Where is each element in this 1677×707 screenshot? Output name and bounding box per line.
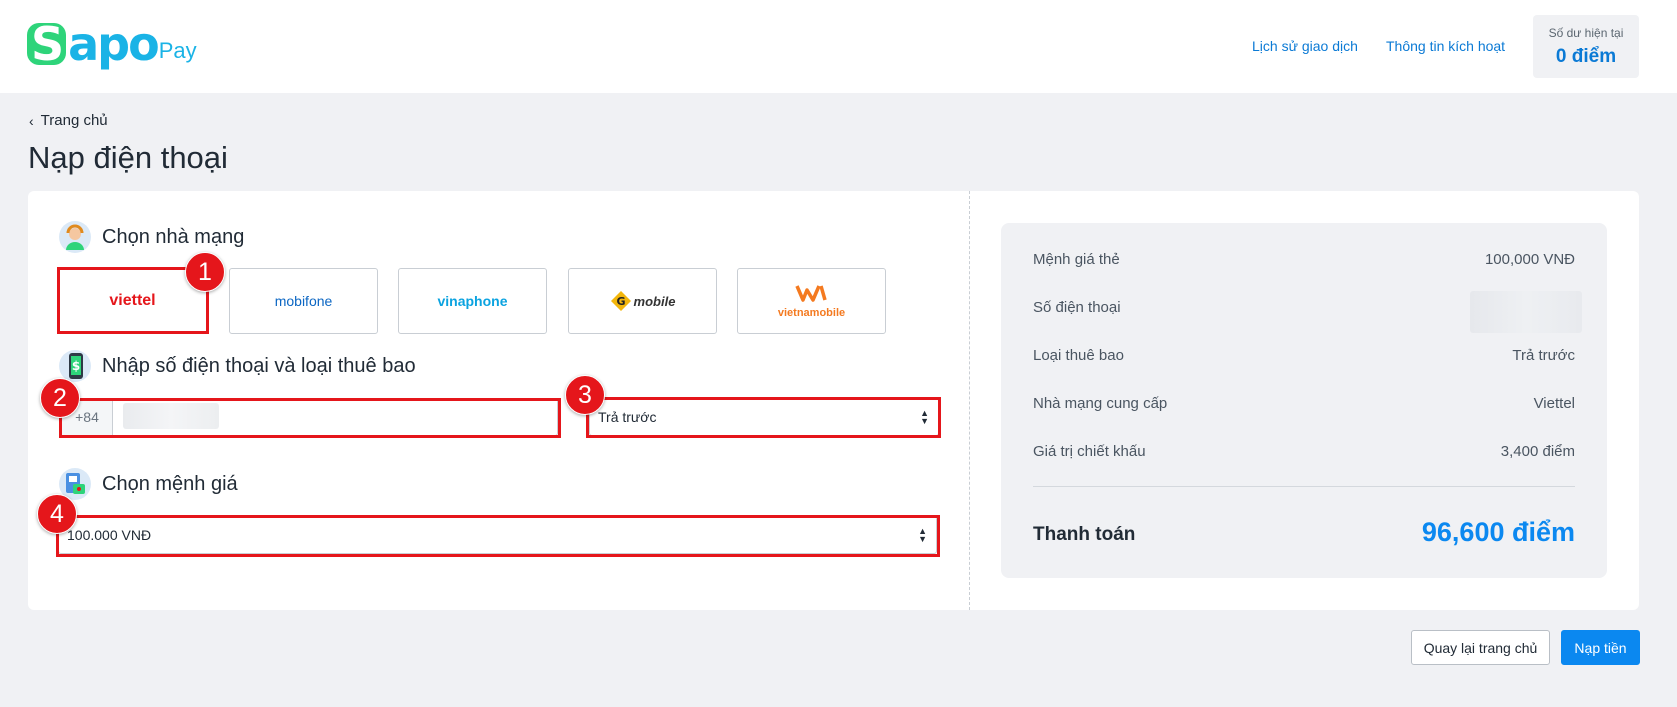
top-up-button[interactable]: Nạp tiền (1561, 630, 1640, 665)
denomination-section-label: Chọn mệnh giá (102, 472, 238, 495)
carrier-gmobile[interactable]: G mobile (568, 268, 717, 334)
annotation-badge-4: 4 (37, 494, 77, 534)
annotation-box-4 (56, 515, 940, 557)
breadcrumb-home[interactable]: ‹ Trang chủ (29, 112, 108, 129)
logo-main-text: apo (68, 17, 160, 71)
carrier-gmobile-label: mobile (633, 293, 676, 309)
summary-value: Trả trước (1512, 347, 1575, 364)
phone-section-label: Nhập số điện thoại và loại thuê bao (102, 354, 416, 377)
summary-value: Viettel (1533, 395, 1575, 412)
carrier-mobifone[interactable]: mobifone (229, 268, 378, 334)
summary-label: Nhà mạng cung cấp (1033, 395, 1168, 412)
denomination-section-title: Chọn mệnh giá (59, 468, 238, 500)
annotation-badge-2: 2 (40, 378, 80, 418)
svg-text:G: G (616, 295, 625, 308)
order-summary-panel: Mệnh giá thẻ 100,000 VNĐ Số điện thoại L… (1001, 223, 1607, 578)
carrier-section-label: Chọn nhà mạng (102, 225, 245, 248)
summary-label: Mệnh giá thẻ (1033, 251, 1120, 268)
summary-value: 100,000 VNĐ (1484, 251, 1575, 268)
annotation-badge-1: 1 (185, 252, 225, 292)
summary-value: 3,400 điểm (1500, 443, 1575, 460)
phone-dollar-icon: $ (59, 350, 91, 382)
top-header: Sapo Pay Lịch sử giao dịch Thông tin kíc… (0, 0, 1677, 93)
breadcrumb-label: Trang chủ (40, 112, 108, 129)
gmobile-logo-icon: G mobile (610, 290, 676, 312)
summary-label: Số điện thoại (1033, 299, 1121, 316)
dashed-divider (969, 191, 970, 610)
sapo-pay-logo[interactable]: Sapo Pay (27, 20, 197, 67)
nav-activation-info[interactable]: Thông tin kích hoạt (1386, 38, 1505, 54)
annotation-badge-3: 3 (565, 375, 605, 415)
carrier-vinaphone-label: vinaphone (437, 293, 508, 309)
annotation-box-3 (586, 397, 941, 438)
carrier-vietnamobile[interactable]: vietnamobile (737, 268, 886, 334)
page-title: Nạp điện thoại (28, 140, 228, 175)
summary-row-denomination: Mệnh giá thẻ 100,000 VNĐ (1033, 251, 1575, 268)
balance-box: Số dư hiện tại 0 điểm (1533, 15, 1639, 78)
annotation-box-2 (59, 398, 561, 438)
logo-s-mark: S (27, 21, 67, 67)
carrier-vietnamobile-label: vietnamobile (777, 306, 846, 319)
nav-transaction-history[interactable]: Lịch sử giao dịch (1252, 38, 1358, 54)
balance-label: Số dư hiện tại (1548, 26, 1624, 40)
summary-label: Giá trị chiết khấu (1033, 443, 1146, 460)
summary-row-discount: Giá trị chiết khấu 3,400 điểm (1033, 443, 1575, 460)
carrier-mobifone-label: mobifone (274, 293, 333, 309)
total-value: 96,600 điểm (1421, 517, 1575, 547)
summary-divider (1033, 486, 1575, 487)
balance-value: 0 điểm (1555, 46, 1617, 67)
svg-text:$: $ (72, 359, 80, 373)
chevron-left-icon: ‹ (29, 112, 34, 129)
summary-label: Loại thuê bao (1033, 347, 1124, 364)
operator-avatar-icon (59, 221, 91, 253)
summary-row-carrier: Nhà mạng cung cấp Viettel (1033, 395, 1575, 412)
carrier-vinaphone[interactable]: vinaphone (398, 268, 547, 334)
vietnamobile-logo-icon (794, 284, 829, 307)
back-home-button[interactable]: Quay lại trang chủ (1411, 630, 1550, 665)
summary-row-subscriber-type: Loại thuê bao Trả trước (1033, 347, 1575, 364)
phone-section-title: $ Nhập số điện thoại và loại thuê bao (59, 350, 416, 382)
redacted-summary-phone (1470, 291, 1582, 333)
carrier-section-title: Chọn nhà mạng (59, 221, 244, 253)
logo-sub-text: Pay (158, 38, 197, 63)
total-label: Thanh toán (1033, 524, 1136, 545)
